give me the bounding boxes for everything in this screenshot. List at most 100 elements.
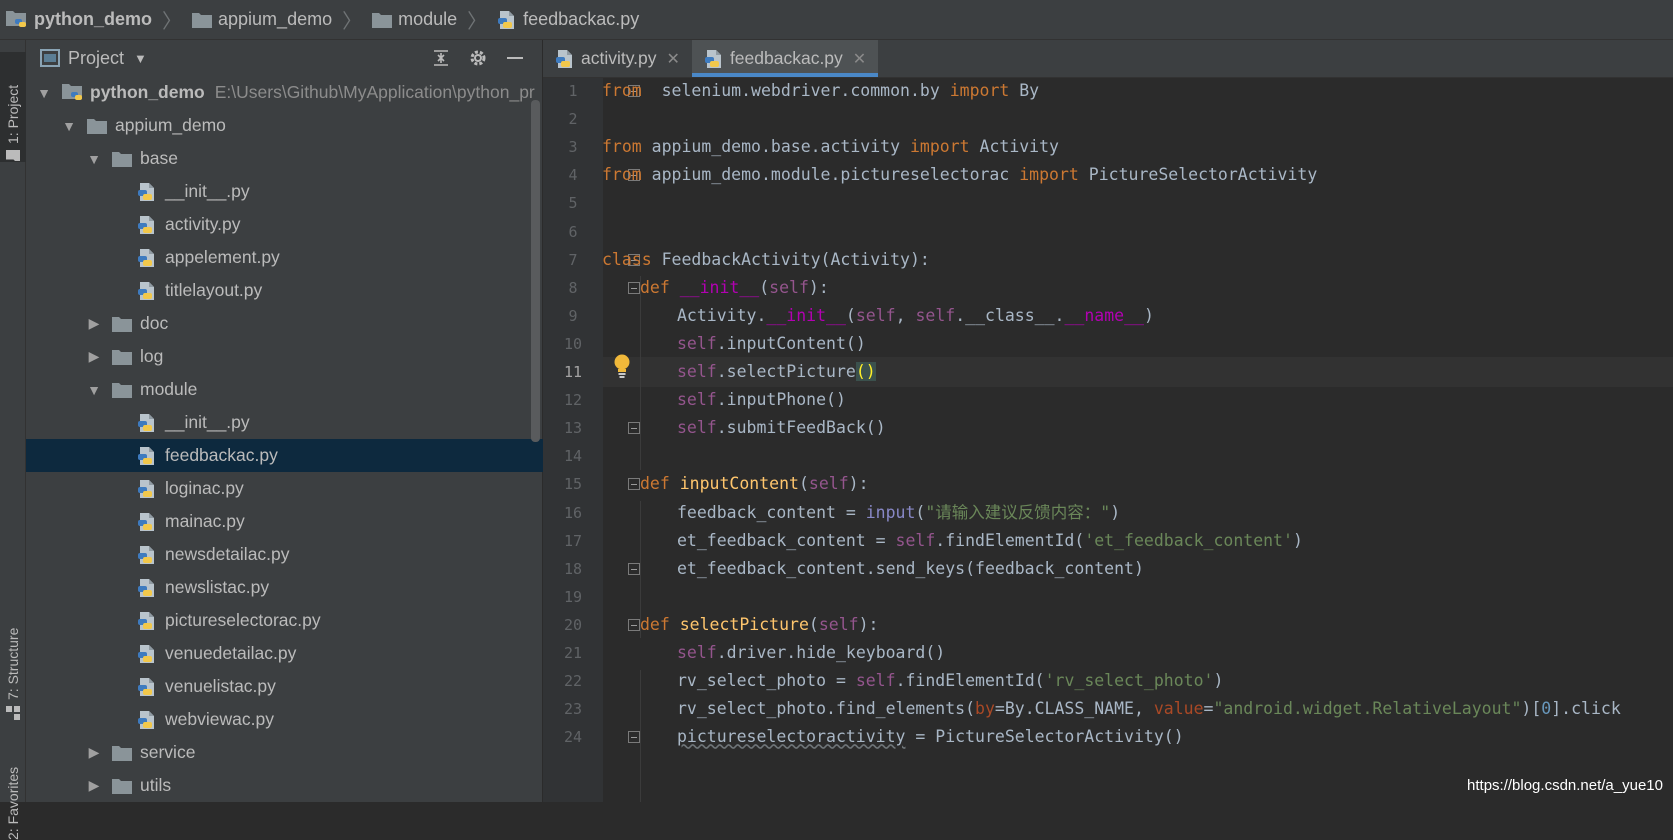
code-line[interactable] <box>603 441 1673 471</box>
code-line[interactable]: self.selectPicture() <box>603 357 1673 387</box>
code-line[interactable]: from appium_demo.module.pictureselectora… <box>602 160 1673 190</box>
code-editor[interactable]: 1 2 3 4 5 6 7 8 9 10 11 12 13 14 15 16 17 18 19 20 21 22 23 24 … <box>543 78 1673 802</box>
tree-file-item[interactable]: appelement.py <box>26 241 543 274</box>
project-view-title[interactable]: Project <box>68 48 124 69</box>
fold-marker-icon[interactable] <box>628 478 640 491</box>
tree-file-item[interactable]: venuelistac.py <box>26 670 543 703</box>
code-line[interactable]: def __init__(self): <box>603 273 1673 303</box>
tree-folder-item[interactable]: ▼ module <box>26 373 543 406</box>
tree-folder-item[interactable]: ▶ utils <box>26 769 543 802</box>
expand-right-icon[interactable]: ▶ <box>86 315 102 332</box>
tree-file-item[interactable]: __init__.py <box>26 406 543 439</box>
tree-folder-item[interactable]: ▼ python_demo E:\Users\Github\MyApplicatio… <box>26 76 543 109</box>
code-line[interactable]: et_feedback_content.send_keys(feedback_c… <box>603 554 1673 584</box>
tool-tab-favorites[interactable]: 2: Favorites <box>0 745 26 840</box>
tree-file-item[interactable]: __init__.py <box>26 175 543 208</box>
tree-file-item[interactable]: activity.py <box>26 208 543 241</box>
expand-down-icon[interactable]: ▼ <box>61 118 77 134</box>
expand-right-icon[interactable]: ▶ <box>86 777 102 794</box>
lightbulb-icon[interactable] <box>613 354 631 383</box>
expand-right-icon[interactable]: ▶ <box>86 348 102 365</box>
fold-marker-icon[interactable] <box>628 562 640 575</box>
fold-marker-icon[interactable] <box>628 281 640 294</box>
code-line[interactable]: from appium_demo.base.activity import Ac… <box>602 132 1673 162</box>
line-number: 23 <box>563 700 583 719</box>
code-line[interactable]: rv_select_photo = self.findElementId('rv… <box>603 666 1673 696</box>
code-line[interactable]: def inputContent(self): <box>603 469 1673 499</box>
code-line[interactable]: self.driver.hide_keyboard() <box>603 638 1673 668</box>
close-icon[interactable]: ✕ <box>667 49 680 69</box>
code-token: et_feedback_content = <box>677 530 896 550</box>
code-token: appium_demo.base.activity <box>641 137 910 157</box>
tree-file-item[interactable]: titlelayout.py <box>26 274 543 307</box>
fold-marker-icon[interactable] <box>628 731 640 744</box>
code-line[interactable] <box>603 188 1673 218</box>
code-area[interactable]: from selenium.webdriver.common.by import… <box>602 78 1673 802</box>
code-line[interactable]: class FeedbackActivity(Activity): <box>602 245 1673 275</box>
code-line[interactable]: Activity.__init__(self, self.__class__._… <box>603 301 1673 331</box>
code-line[interactable] <box>603 582 1673 612</box>
breadcrumb-item[interactable]: feedbackac.py <box>497 9 639 30</box>
code-line[interactable]: self.inputContent() <box>603 329 1673 359</box>
tree-file-item[interactable]: newslistac.py <box>26 571 543 604</box>
tree-folder-item[interactable]: ▶ doc <box>26 307 543 340</box>
python-file-icon <box>137 710 159 730</box>
code-text: et_feedback_content = self.findElementId… <box>677 526 1303 556</box>
tree-file-item[interactable]: pictureselectorac.py <box>26 604 543 637</box>
tree-folder-item[interactable]: ▼ base <box>26 142 543 175</box>
tree-folder-item[interactable]: ▶ log <box>26 340 543 373</box>
project-tree-scrollbar[interactable] <box>531 100 540 442</box>
tree-file-item[interactable]: venuedetailac.py <box>26 637 543 670</box>
breadcrumb-item[interactable]: appium_demo <box>192 9 332 30</box>
code-line[interactable]: feedback_content = input("请输入建议反馈内容：") <box>603 498 1673 528</box>
line-number: 6 <box>568 222 578 241</box>
project-panel: Project ▼ ▼ python_demo E:\Users\Github\My… <box>26 40 543 802</box>
tree-file-item[interactable]: feedbackac.py <box>26 439 543 472</box>
tree-file-item[interactable]: newsdetailac.py <box>26 538 543 571</box>
fold-marker-icon[interactable] <box>628 618 640 631</box>
tree-folder-item[interactable]: ▶ service <box>26 736 543 769</box>
expand-down-icon[interactable]: ▼ <box>86 151 102 167</box>
code-line[interactable]: self.submitFeedBack() <box>603 413 1673 443</box>
folder-icon <box>192 12 213 28</box>
code-line[interactable]: def selectPicture(self): <box>603 610 1673 640</box>
editor-tab[interactable]: activity.py ✕ <box>543 40 692 77</box>
tree-folder-item[interactable]: ▼ appium_demo <box>26 109 543 142</box>
tree-item-label: __init__.py <box>165 181 250 201</box>
python-file-icon <box>555 49 575 69</box>
editor-tab[interactable]: feedbackac.py ✕ <box>691 40 879 77</box>
collapse-all-icon[interactable] <box>432 49 450 67</box>
expand-down-icon[interactable]: ▼ <box>36 85 52 101</box>
tree-item-label: mainac.py <box>165 511 245 531</box>
code-token: import <box>1019 165 1079 185</box>
gear-icon[interactable] <box>468 48 488 68</box>
code-token: self <box>895 530 936 550</box>
code-line[interactable]: pictureselectoractivity = PictureSelecto… <box>603 722 1673 752</box>
code-line[interactable]: from selenium.webdriver.common.by import… <box>602 78 1673 106</box>
tree-item-label: __init__.py <box>165 412 250 432</box>
breadcrumb-item[interactable]: python_demo <box>6 9 152 30</box>
tool-tab-project[interactable]: 1: Project <box>0 52 26 162</box>
expand-right-icon[interactable]: ▶ <box>86 744 102 761</box>
breadcrumb-item[interactable]: module <box>372 9 457 30</box>
close-icon[interactable]: ✕ <box>853 49 866 69</box>
tool-tab-structure[interactable]: 7: Structure <box>0 610 26 720</box>
tree-file-item[interactable]: loginac.py <box>26 472 543 505</box>
tree-item-label: venuelistac.py <box>165 676 276 696</box>
code-line[interactable]: et_feedback_content = self.findElementId… <box>603 526 1673 556</box>
chevron-down-icon[interactable]: ▼ <box>134 51 147 66</box>
expand-down-icon[interactable]: ▼ <box>86 382 102 398</box>
chevron-right-icon: 〉 <box>467 11 488 33</box>
code-line[interactable] <box>603 104 1673 134</box>
code-token: PictureSelectorActivity <box>1078 165 1318 185</box>
code-line[interactable]: self.inputPhone() <box>603 385 1673 415</box>
minimize-icon[interactable] <box>506 49 524 67</box>
fold-marker-icon[interactable] <box>628 422 640 435</box>
tree-file-item[interactable]: webviewac.py <box>26 703 543 736</box>
tree-item-path: E:\Users\Github\MyApplication\python_pr <box>214 82 535 102</box>
code-line[interactable] <box>603 217 1673 247</box>
tree-file-item[interactable]: mainac.py <box>26 505 543 538</box>
code-line[interactable]: rv_select_photo.find_elements(by=By.CLAS… <box>603 694 1673 724</box>
